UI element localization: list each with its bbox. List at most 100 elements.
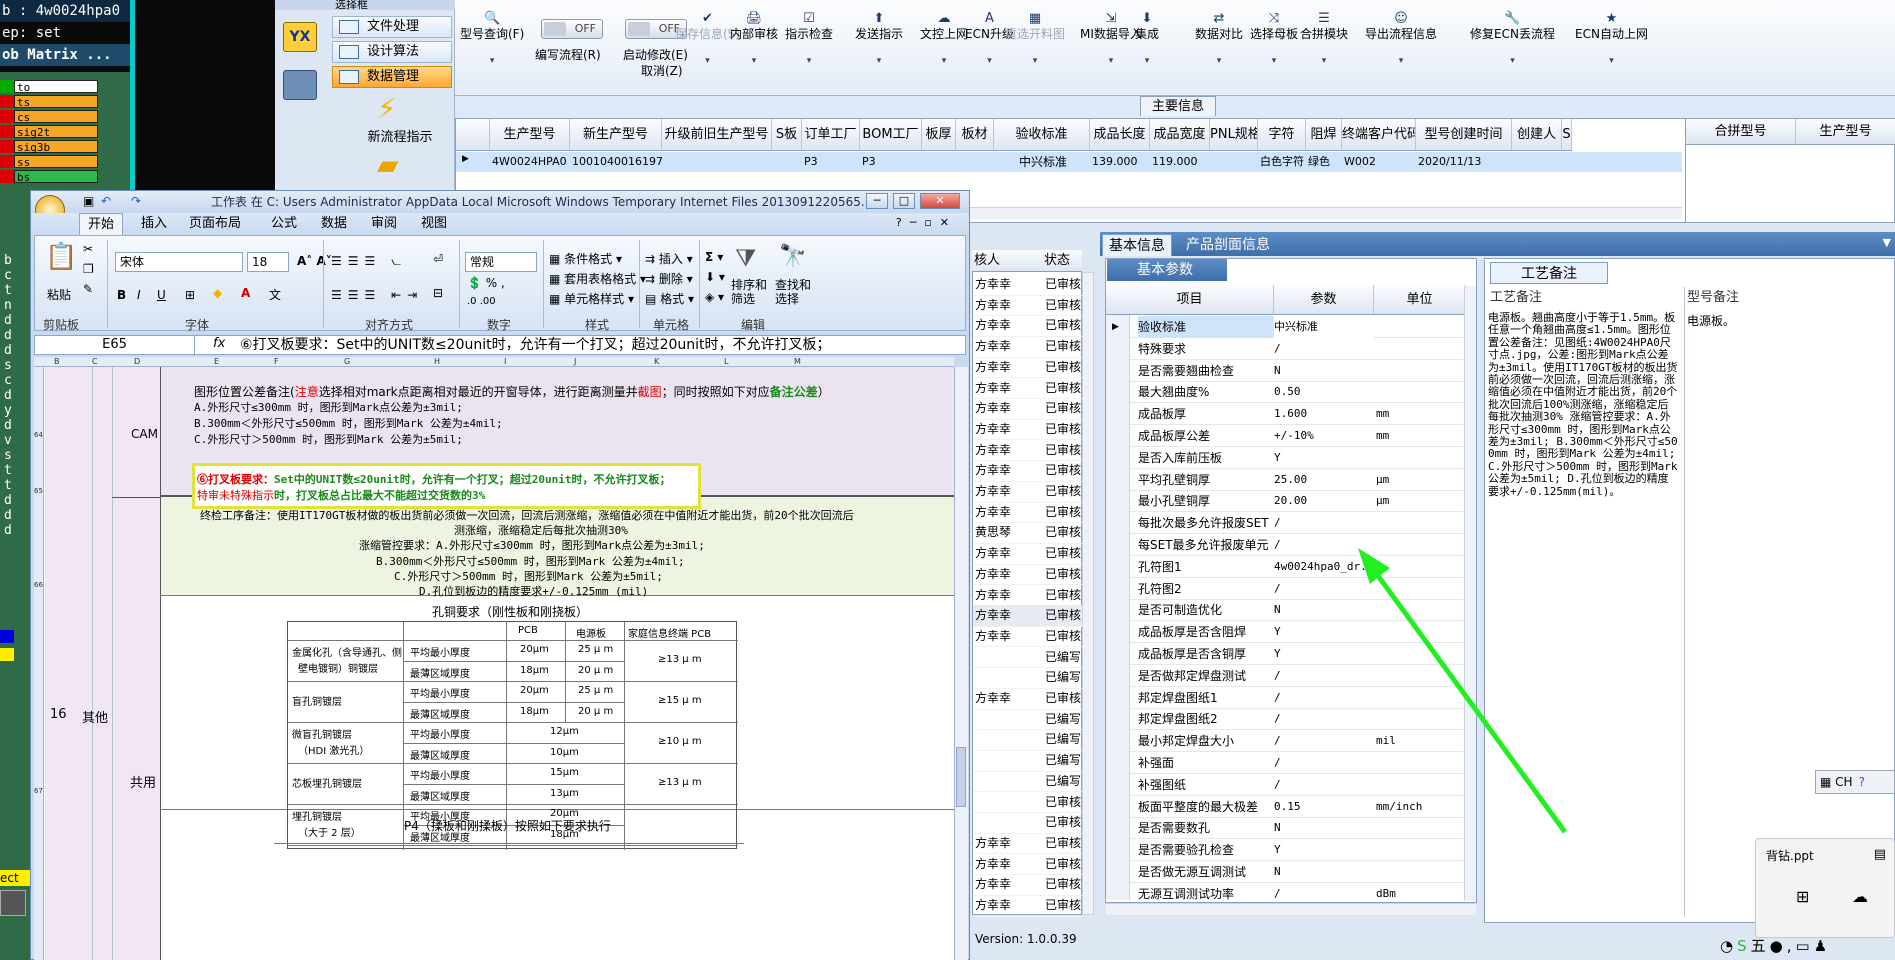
ime-indicator[interactable]: ▦ CH?	[1815, 770, 1895, 794]
col-param[interactable]: 参数	[1274, 285, 1374, 315]
sort-filter-icon[interactable]: ⧩	[735, 244, 756, 272]
ribbon-tab-2[interactable]: 页面布局	[181, 213, 249, 235]
status-row[interactable]: 方幸幸 已审核	[973, 564, 1083, 586]
col-merge-model[interactable]: 合拼型号	[1686, 119, 1796, 145]
col-header[interactable]: S	[1562, 119, 1572, 151]
ribbon-tab-3[interactable]: 公式	[263, 213, 305, 235]
new-flow-label[interactable]: 新流程指示	[350, 126, 450, 145]
status-row[interactable]: 方幸幸 已审核	[973, 626, 1083, 648]
status-row[interactable]: 方幸幸 已审核	[973, 336, 1083, 358]
layer-tag[interactable]: ss	[14, 155, 98, 169]
delete-cells-button[interactable]: ⇉ 删除 ▾	[645, 270, 693, 287]
find-select-label[interactable]: 查找和选择	[775, 278, 815, 306]
merge-center-button[interactable]: ⊟	[433, 286, 443, 300]
col-header[interactable]: 型号创建时间	[1416, 119, 1512, 151]
conditional-format-button[interactable]: ▦ 条件格式 ▾	[549, 250, 622, 267]
status-row[interactable]: 方幸幸 已审核	[973, 274, 1083, 296]
param-row[interactable]: 成品板厚 1.600 mm	[1106, 403, 1466, 426]
column-letter[interactable]: C	[92, 357, 98, 366]
merge-module-button[interactable]: ☰ 合拼模块 ▾	[1300, 12, 1348, 67]
italic-button[interactable]: I	[137, 288, 141, 302]
tab-basic-params[interactable]: 基本参数	[1107, 259, 1227, 281]
col-header[interactable]: 升级前旧生产型号	[662, 119, 772, 151]
col-header[interactable]: PNL规格	[1210, 119, 1258, 151]
fx-button[interactable]: fx	[213, 336, 225, 351]
redo-icon[interactable]: ↷	[131, 194, 141, 208]
column-letter[interactable]: M	[794, 357, 801, 366]
ribbon-tab-5[interactable]: 审阅	[363, 213, 405, 235]
tab-craft-notes[interactable]: 工艺备注	[1490, 262, 1608, 284]
nav-design-algorithm[interactable]: 设计算法	[332, 41, 452, 63]
status-row[interactable]: 方幸幸 已审核	[973, 543, 1083, 565]
lightning-icon[interactable]: ⚡	[377, 92, 397, 125]
worksheet[interactable]: 64 65 66 67 CAM 16 其他 共用 图形位置公差备注(注意选择相对…	[34, 367, 954, 960]
param-row[interactable]: 是否需要翘曲检查 N	[1106, 360, 1466, 382]
grid-cell[interactable]: 2020/11/13	[1416, 152, 1512, 172]
underline-button[interactable]: U	[157, 288, 166, 302]
status-row[interactable]: 已编写	[973, 709, 1083, 731]
col-header[interactable]: 板材	[956, 119, 994, 151]
status-row[interactable]: 方幸幸 已审核	[973, 895, 1083, 917]
param-row[interactable]: 无源互调测试功率 / dBm	[1106, 883, 1466, 905]
row-label[interactable]: 65	[34, 487, 43, 495]
grid-cell[interactable]	[956, 152, 994, 172]
autosum-button[interactable]: Σ ▾	[705, 250, 723, 264]
cell-style-button[interactable]: ▦ 单元格样式 ▾	[549, 290, 634, 307]
fix-ecn-button[interactable]: 🔧 修复ECN丢流程 ▾	[1470, 12, 1555, 67]
column-letter[interactable]: F	[274, 357, 279, 366]
status-row[interactable]: 已编写	[973, 667, 1083, 689]
mi-import-button[interactable]: ⇲ MI数据导入 ▾	[1080, 12, 1142, 67]
status-row[interactable]: 方幸幸 已审核	[973, 398, 1083, 420]
param-row[interactable]: 最小孔壁铜厚 20.00 μm	[1106, 490, 1466, 513]
instruction-check-button[interactable]: ☑ 指示检查 ▾	[785, 12, 833, 67]
insert-cells-button[interactable]: ⇉ 插入 ▾	[645, 250, 693, 267]
formula-input[interactable]: ⑥打叉板要求：Set中的UNIT数≤20unit时，允许有一个打叉；超过20un…	[240, 336, 940, 354]
help-icon[interactable]: ?	[1859, 775, 1865, 789]
ribbon-tab-4[interactable]: 数据	[313, 213, 355, 235]
cloud-icon[interactable]: ☁	[1852, 887, 1868, 906]
calculator-icon[interactable]	[283, 70, 317, 100]
col-header[interactable]: 生产型号	[490, 119, 570, 151]
status-row[interactable]: 方幸幸 已审核	[973, 854, 1083, 876]
vertical-align-buttons[interactable]: ☰☰☰ ⦦	[331, 254, 407, 269]
phonetic-button[interactable]: 文	[269, 286, 281, 303]
grid-cell[interactable]: W002	[1342, 152, 1416, 172]
param-row[interactable]: 成品板厚公差 +/-10% mm	[1106, 425, 1466, 447]
col-header[interactable]: 终端客户代码	[1342, 119, 1416, 151]
vertical-scrollbar[interactable]	[954, 367, 968, 960]
paste-icon[interactable]: 📋	[45, 242, 77, 272]
format-cells-button[interactable]: ▤ 格式 ▾	[645, 290, 694, 307]
select-mother-board-button[interactable]: ⤨ 选择母板 ▾	[1250, 12, 1298, 67]
edit-flow-toggle[interactable]: OFF	[541, 19, 603, 39]
layer-tag[interactable]: bs	[14, 170, 98, 184]
integrate-button[interactable]: ⬇ 集成 ▾	[1135, 12, 1159, 67]
grid-cell[interactable]	[772, 152, 802, 172]
basic-params-hscrollbar[interactable]	[1106, 903, 1476, 915]
find-select-icon[interactable]: 🔭	[779, 244, 806, 269]
column-letter[interactable]: E	[214, 357, 219, 366]
doc-upload-button[interactable]: ☁ 文控上网 ▾	[920, 12, 968, 67]
ribbon-tab-6[interactable]: 视图	[413, 213, 455, 235]
grid-cell[interactable]: 白色字符	[1258, 152, 1306, 172]
status-list-scrollbar[interactable]	[1082, 272, 1094, 915]
col-header[interactable]: 字符	[1258, 119, 1306, 151]
status-row[interactable]: 已编写	[973, 729, 1083, 751]
status-row[interactable]: 方幸幸 已审核	[973, 833, 1083, 855]
status-row[interactable]: 方幸幸 已审核	[973, 481, 1083, 503]
grid-cell[interactable]	[922, 152, 956, 172]
number-format-select[interactable]: 常规	[465, 252, 537, 272]
app-logo-icon[interactable]: YX	[283, 22, 317, 52]
font-size-select[interactable]: 18	[247, 252, 289, 272]
clear-button[interactable]: ◈ ▾	[705, 290, 724, 304]
font-name-select[interactable]: 宋体	[115, 252, 243, 272]
column-letter[interactable]: L	[724, 357, 728, 366]
grid-cell[interactable]: P3	[860, 152, 922, 172]
status-row[interactable]: 黄思琴 已审核	[973, 522, 1083, 544]
grid-cell[interactable]	[1210, 152, 1258, 172]
keyboard-icon[interactable]: ▭	[1796, 937, 1814, 955]
file-icon[interactable]: ▤	[1874, 847, 1886, 862]
column-letter[interactable]: J	[574, 357, 576, 366]
column-letter[interactable]: B	[54, 357, 60, 366]
column-letter[interactable]: K	[654, 357, 659, 366]
status-row[interactable]: 方幸幸 已审核	[973, 295, 1083, 317]
